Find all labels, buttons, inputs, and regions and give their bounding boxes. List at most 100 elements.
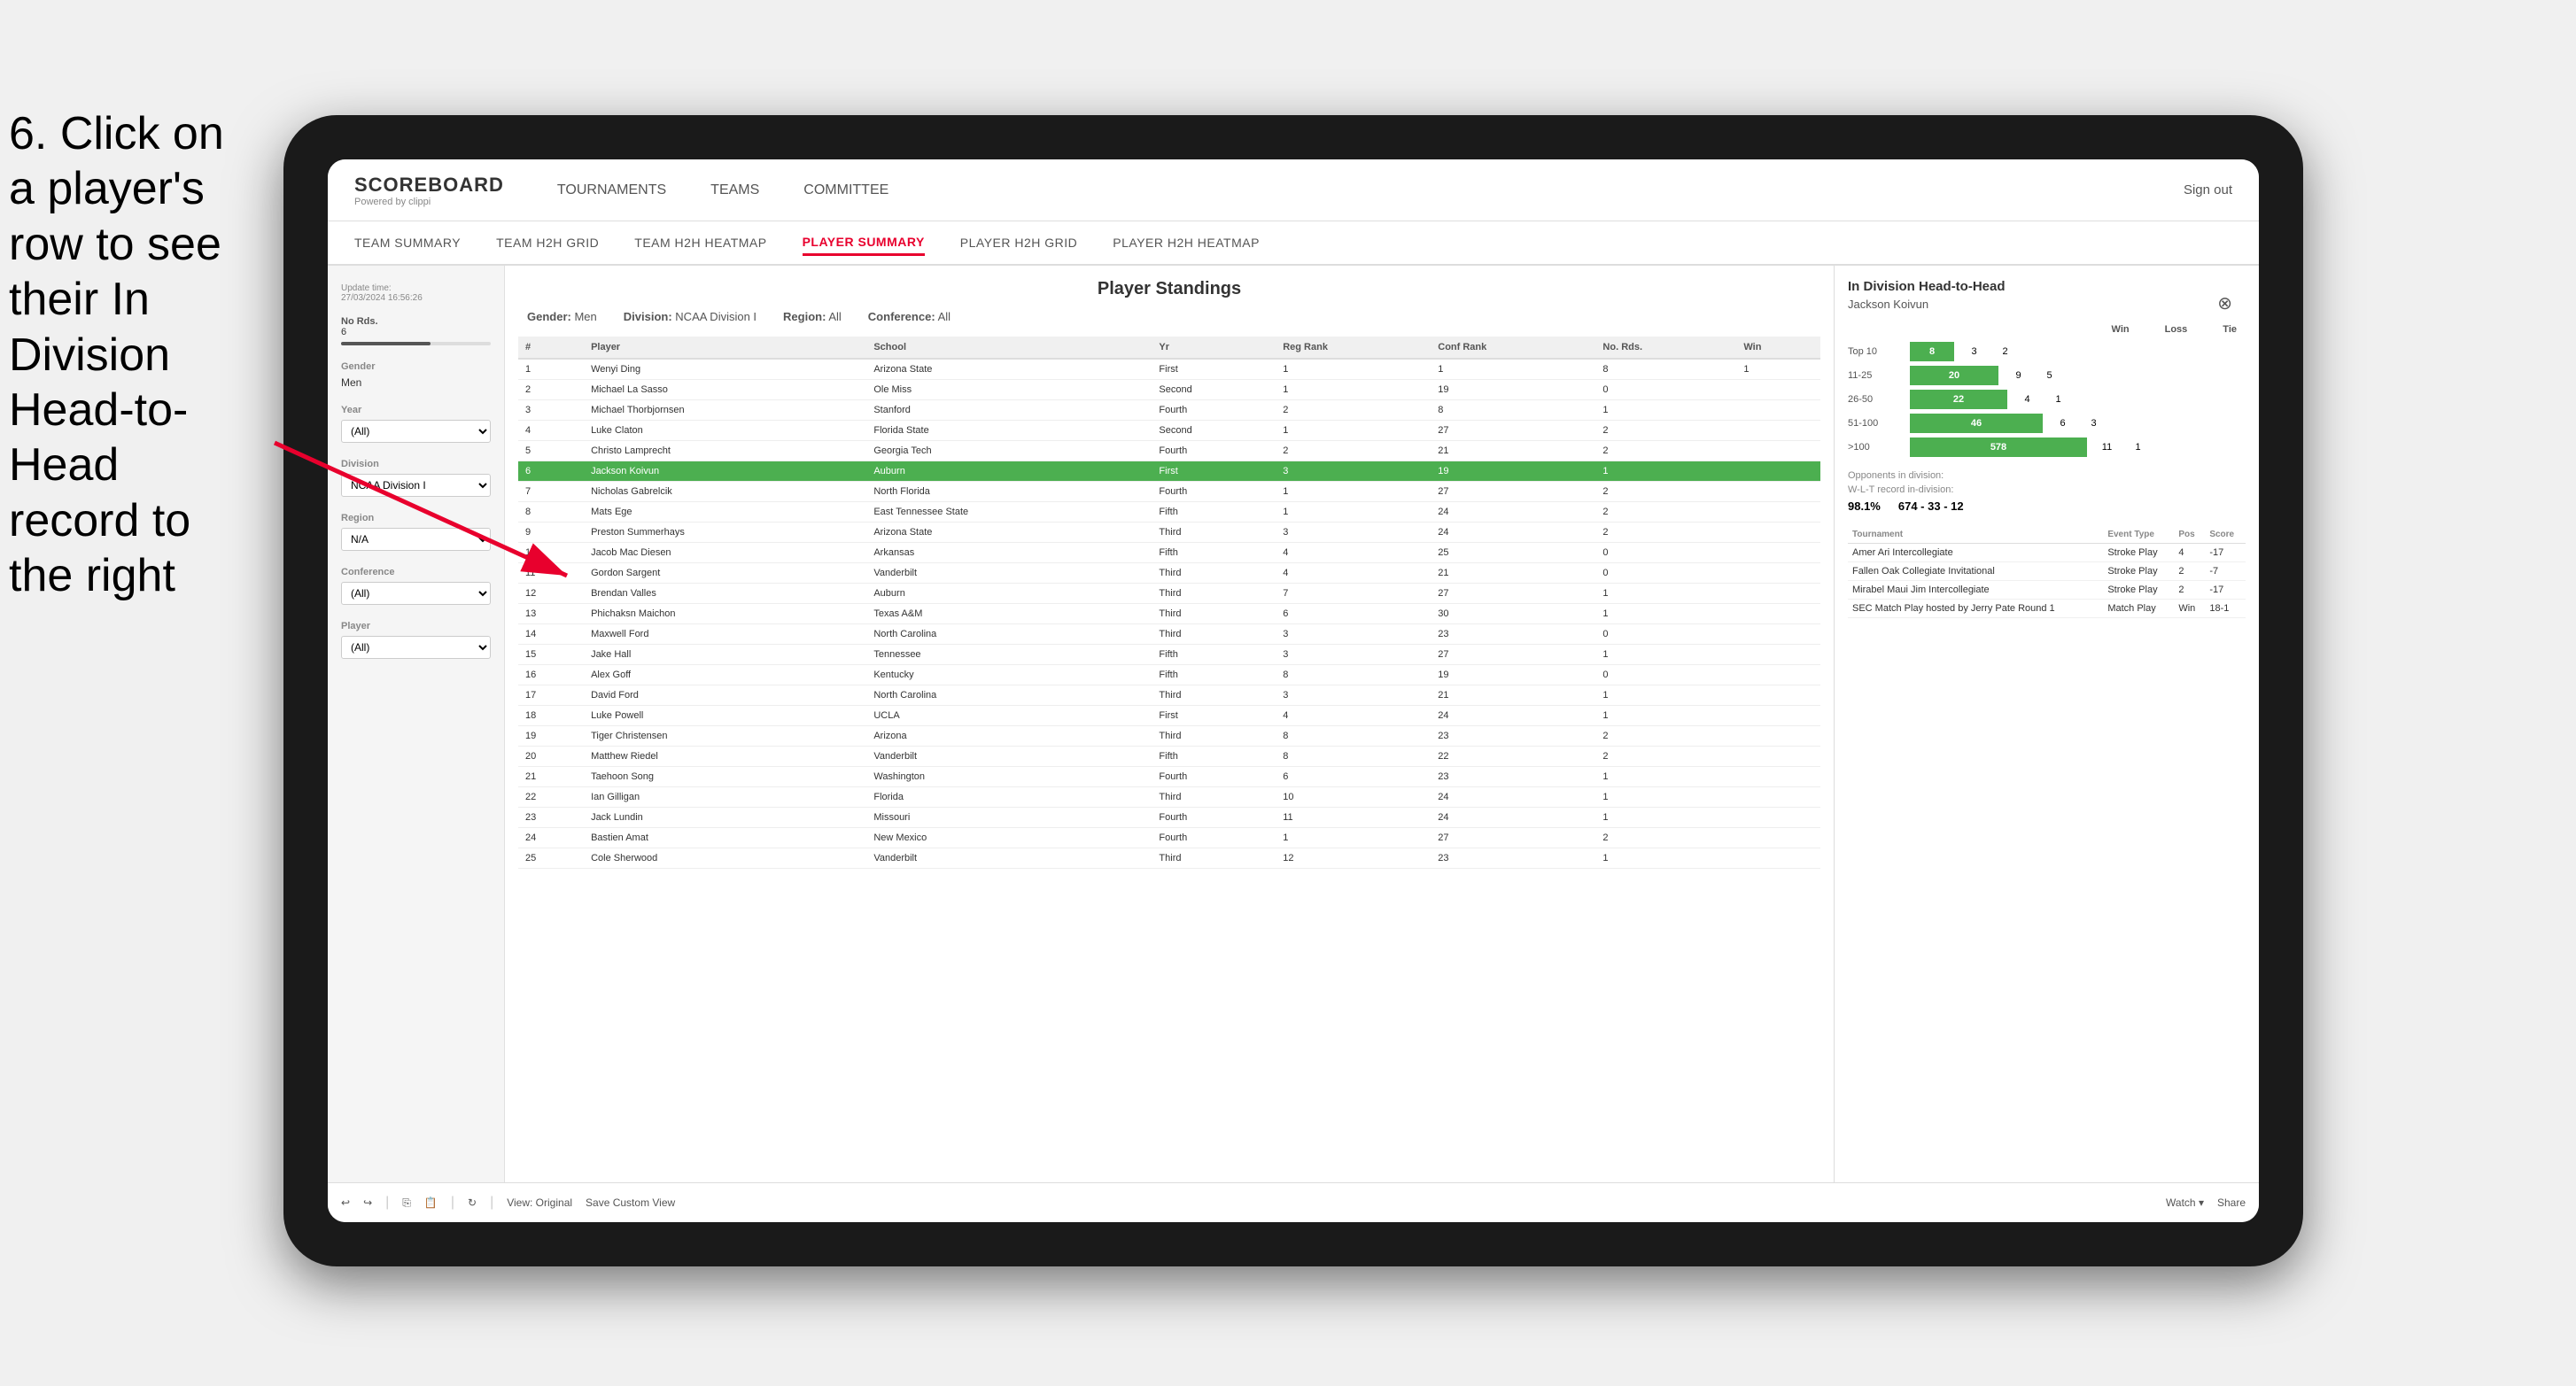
table-row[interactable]: 20 Matthew Riedel Vanderbilt Fifth 8 22 … [518,747,1820,767]
table-row[interactable]: 5 Christo Lamprecht Georgia Tech Fourth … [518,441,1820,461]
table-row[interactable]: 2 Michael La Sasso Ole Miss Second 1 19 … [518,380,1820,400]
cell-player: Alex Goff [584,665,866,685]
sidebar-no-rds: No Rds. 6 [341,316,491,345]
table-area: Player Standings Gender: Men Division: N… [505,266,1834,1182]
cell-tournament-name: Amer Ari Intercollegiate [1848,544,2103,562]
table-row[interactable]: 25 Cole Sherwood Vanderbilt Third 12 23 … [518,848,1820,869]
sub-nav: TEAM SUMMARY TEAM H2H GRID TEAM H2H HEAT… [328,221,2259,266]
table-row[interactable]: 10 Jacob Mac Diesen Arkansas Fifth 4 25 … [518,543,1820,563]
col-no-rds: No. Rds. [1595,337,1736,359]
table-row[interactable]: 1 Wenyi Ding Arizona State First 1 1 8 1 [518,359,1820,380]
toolbar-view-original[interactable]: View: Original [507,1196,572,1209]
table-row[interactable]: 23 Jack Lundin Missouri Fourth 11 24 1 [518,808,1820,828]
table-row[interactable]: 14 Maxwell Ford North Carolina Third 3 2… [518,624,1820,645]
cell-yr: Fifth [1152,645,1276,665]
cell-rds: 1 [1595,685,1736,706]
toolbar-watch[interactable]: Watch ▾ [2166,1196,2204,1209]
toolbar-share[interactable]: Share [2217,1196,2246,1209]
toolbar-copy[interactable]: ⎘ [402,1196,411,1210]
cell-rank: 20 [518,747,584,767]
tournament-row: SEC Match Play hosted by Jerry Pate Roun… [1848,600,2246,618]
col-player: Player [584,337,866,359]
cell-conf: 19 [1431,380,1595,400]
cell-reg: 1 [1276,359,1431,380]
player-select[interactable]: (All) [341,636,491,659]
cell-rds: 1 [1595,808,1736,828]
cell-pos: 4 [2174,544,2205,562]
table-row[interactable]: 17 David Ford North Carolina Third 3 21 … [518,685,1820,706]
sub-nav-team-h2h-heatmap[interactable]: TEAM H2H HEATMAP [634,231,766,254]
cell-win [1736,380,1820,400]
table-row[interactable]: 7 Nicholas Gabrelcik North Florida Fourt… [518,482,1820,502]
toolbar-undo[interactable]: ↩ [341,1196,350,1209]
cell-reg: 3 [1276,645,1431,665]
cell-conf: 27 [1431,645,1595,665]
table-row[interactable]: 19 Tiger Christensen Arizona Third 8 23 … [518,726,1820,747]
cell-rds: 8 [1595,359,1736,380]
cell-reg: 1 [1276,502,1431,523]
h2h-row: Top 10 8 3 2 [1848,342,2246,361]
table-row[interactable]: 22 Ian Gilligan Florida Third 10 24 1 [518,787,1820,808]
toolbar-save-custom[interactable]: Save Custom View [586,1196,675,1209]
cell-win [1736,787,1820,808]
col-yr: Yr [1152,337,1276,359]
table-row[interactable]: 11 Gordon Sargent Vanderbilt Third 4 21 … [518,563,1820,584]
table-row[interactable]: 9 Preston Summerhays Arizona State Third… [518,523,1820,543]
h2h-win-bar: 20 [1910,366,1998,385]
toolbar-refresh[interactable]: ↻ [468,1196,477,1209]
cell-school: Ole Miss [866,380,1152,400]
cell-tournament-name: Fallen Oak Collegiate Invitational [1848,562,2103,581]
cell-rds: 2 [1595,747,1736,767]
table-row[interactable]: 18 Luke Powell UCLA First 4 24 1 [518,706,1820,726]
sidebar-gender: Gender Men [341,361,491,389]
cell-rds: 1 [1595,787,1736,808]
toolbar-redo[interactable]: ↪ [363,1196,372,1209]
nav-committee[interactable]: COMMITTEE [803,178,888,203]
cell-yr: Fourth [1152,441,1276,461]
h2h-win-bar: 22 [1910,390,2007,409]
region-select[interactable]: N/A [341,528,491,551]
h2h-bar-row: 22 4 1 [1910,390,2069,409]
h2h-tie-val: 3 [2083,418,2105,429]
cell-reg: 6 [1276,604,1431,624]
cell-yr: Third [1152,624,1276,645]
table-row[interactable]: 6 Jackson Koivun Auburn First 3 19 1 [518,461,1820,482]
cell-reg: 3 [1276,523,1431,543]
table-row[interactable]: 16 Alex Goff Kentucky Fifth 8 19 0 [518,665,1820,685]
table-row[interactable]: 4 Luke Claton Florida State Second 1 27 … [518,421,1820,441]
table-row[interactable]: 8 Mats Ege East Tennessee State Fifth 1 … [518,502,1820,523]
table-row[interactable]: 15 Jake Hall Tennessee Fifth 3 27 1 [518,645,1820,665]
cell-win [1736,441,1820,461]
sub-nav-player-h2h-grid[interactable]: PLAYER H2H GRID [960,231,1078,254]
sub-nav-player-summary[interactable]: PLAYER SUMMARY [803,230,925,256]
cell-conf: 1 [1431,359,1595,380]
sign-out-link[interactable]: Sign out [2184,182,2232,197]
nav-teams[interactable]: TEAMS [710,178,759,203]
filter-gender: Gender: Men [527,310,597,323]
division-select[interactable]: NCAA Division I [341,474,491,497]
cell-player: Matthew Riedel [584,747,866,767]
logo-title: SCOREBOARD [354,174,504,197]
h2h-close-button[interactable]: ⊗ [2217,292,2232,314]
cell-rds: 0 [1595,380,1736,400]
table-row[interactable]: 21 Taehoon Song Washington Fourth 6 23 1 [518,767,1820,787]
table-row[interactable]: 12 Brendan Valles Auburn Third 7 27 1 [518,584,1820,604]
top-nav: SCOREBOARD Powered by clippi TOURNAMENTS… [328,159,2259,221]
table-row[interactable]: 13 Phichaksn Maichon Texas A&M Third 6 3… [518,604,1820,624]
h2h-player-name: Jackson Koivun [1848,298,2246,311]
conference-select[interactable]: (All) [341,582,491,605]
tournament-row: Mirabel Maui Jim Intercollegiate Stroke … [1848,581,2246,600]
sub-nav-team-h2h-grid[interactable]: TEAM H2H GRID [496,231,599,254]
cell-win [1736,828,1820,848]
table-row[interactable]: 3 Michael Thorbjornsen Stanford Fourth 2… [518,400,1820,421]
sub-nav-player-h2h-heatmap[interactable]: PLAYER H2H HEATMAP [1113,231,1260,254]
cell-rank: 22 [518,787,584,808]
cell-yr: Fourth [1152,767,1276,787]
year-select[interactable]: (All) [341,420,491,443]
table-row[interactable]: 24 Bastien Amat New Mexico Fourth 1 27 2 [518,828,1820,848]
sub-nav-team-summary[interactable]: TEAM SUMMARY [354,231,461,254]
toolbar-paste[interactable]: 📋 [424,1196,438,1209]
cell-conf: 25 [1431,543,1595,563]
nav-tournaments[interactable]: TOURNAMENTS [557,178,666,203]
cell-school: Auburn [866,584,1152,604]
